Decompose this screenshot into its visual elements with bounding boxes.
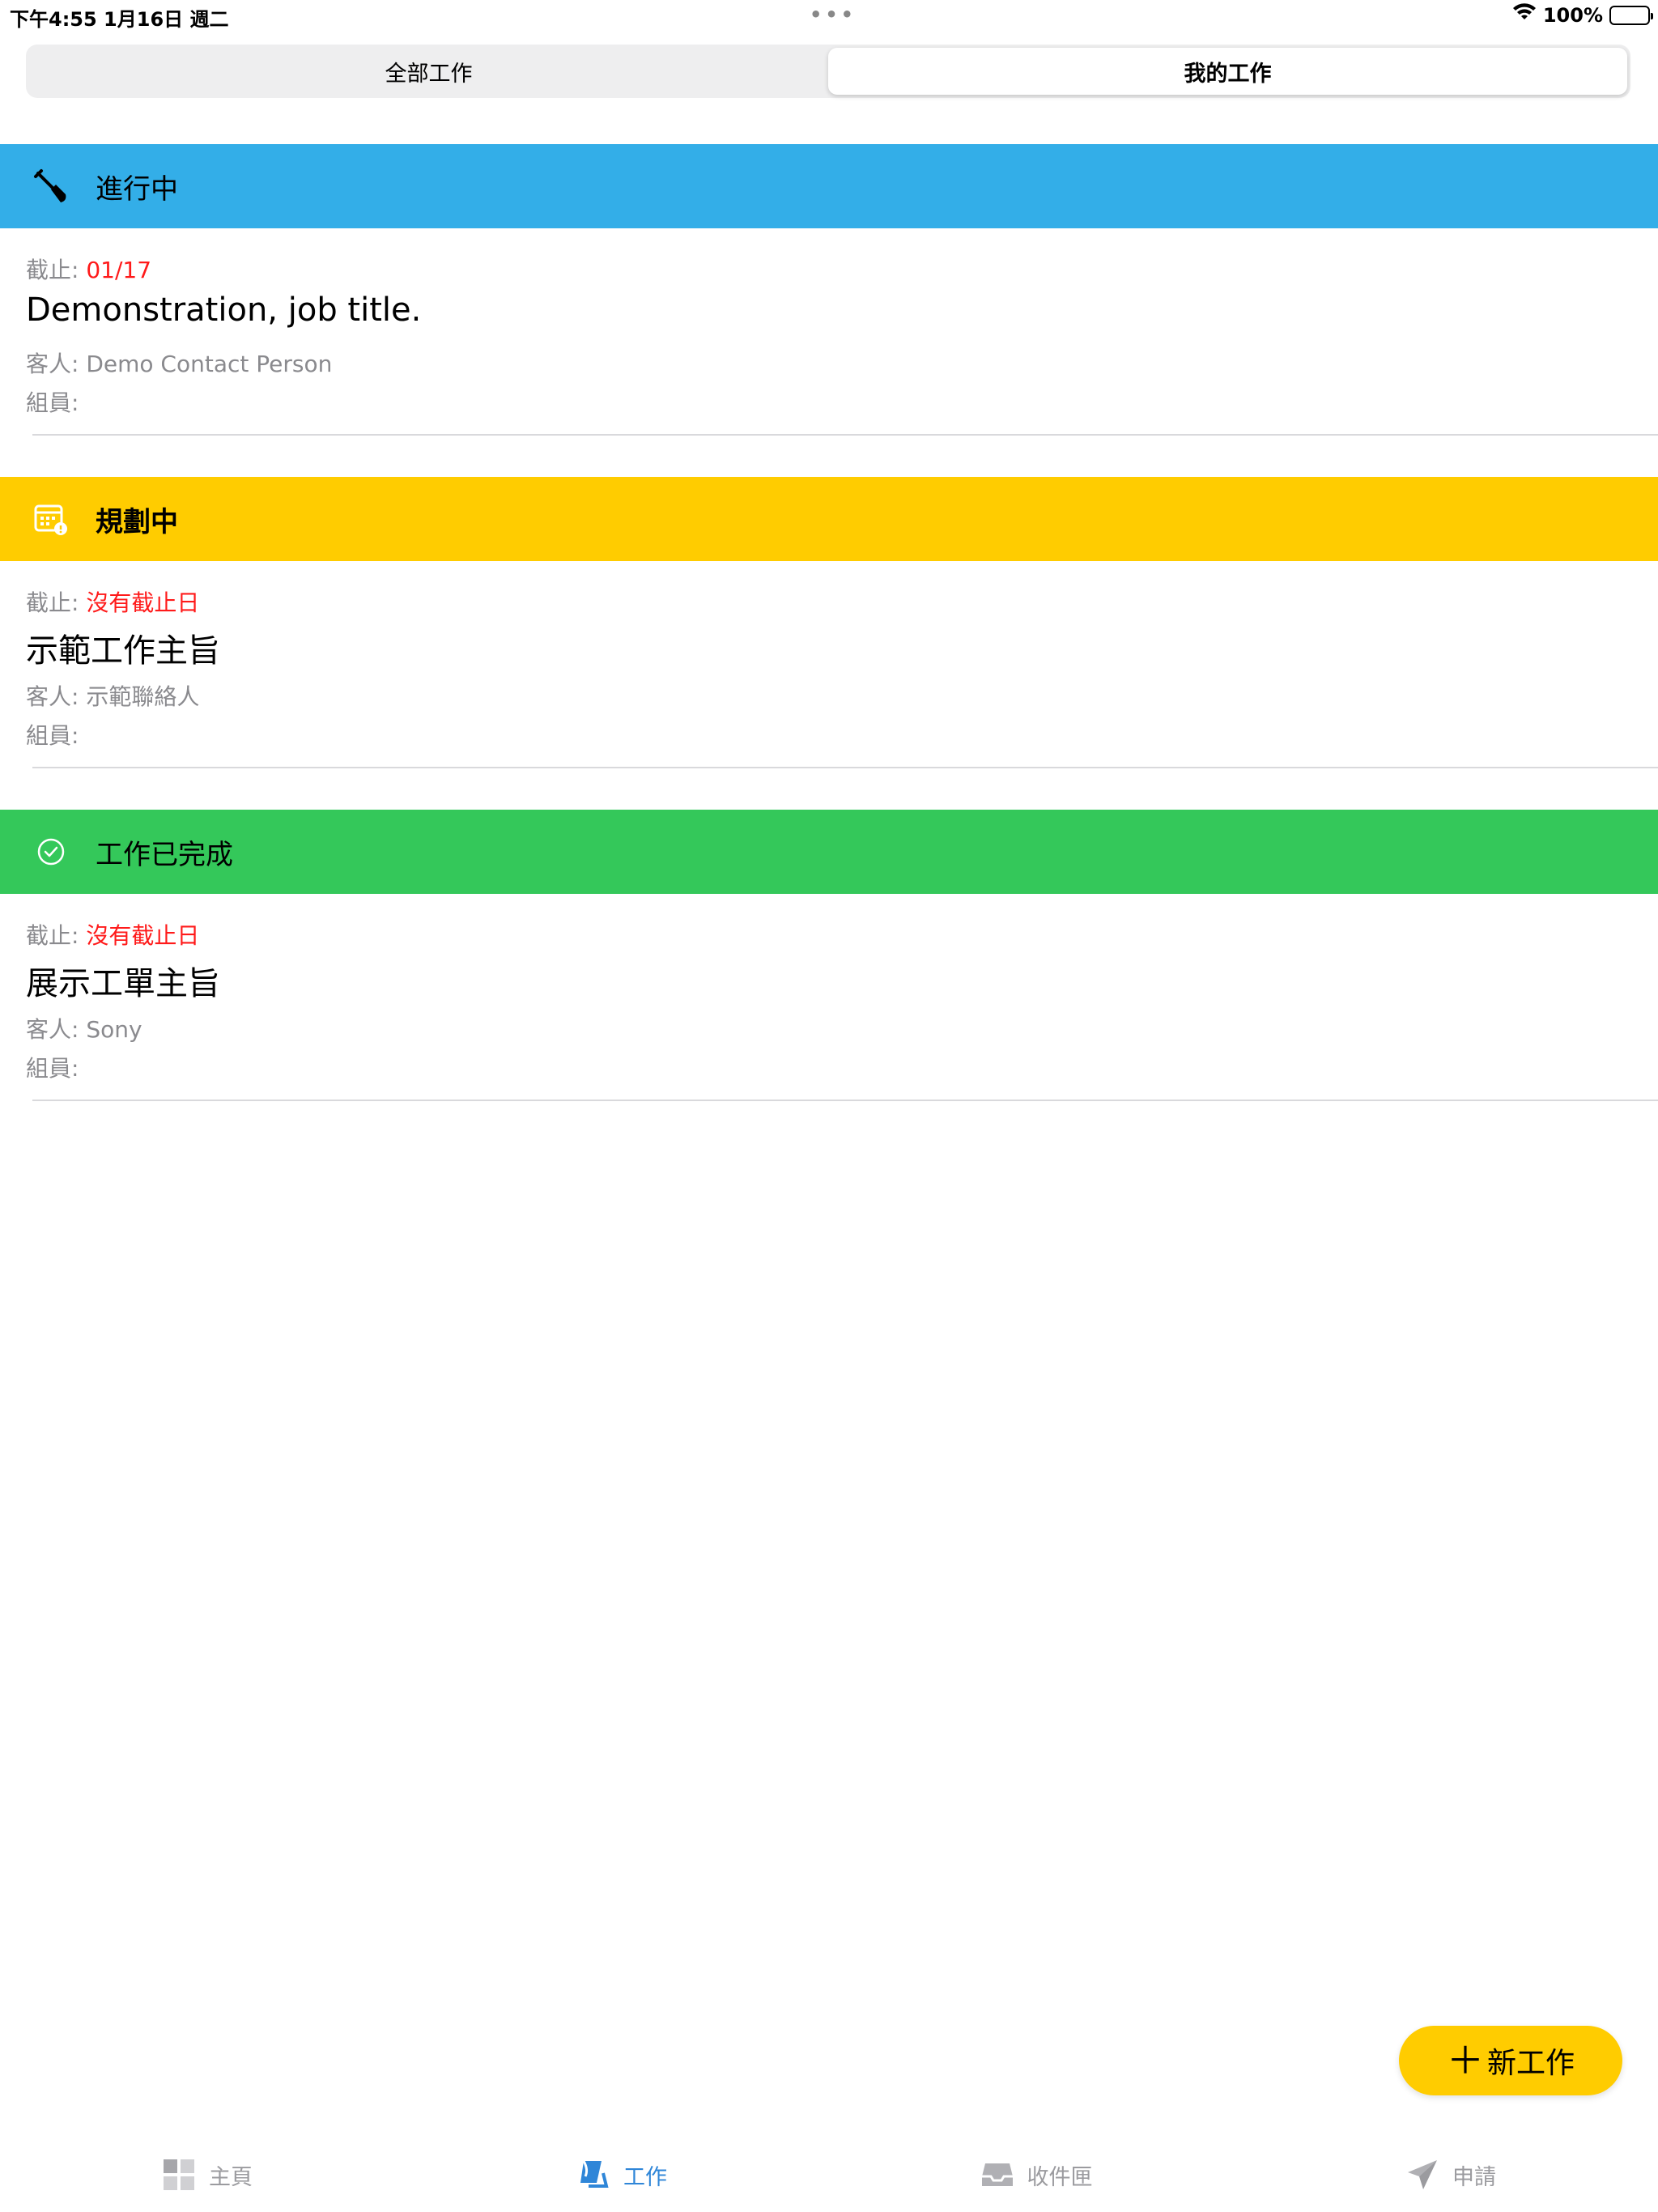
section-in-progress: 進行中 截止: 01/17 Demonstration, job title. … <box>0 144 1658 436</box>
job-client: 客人: Demo Contact Person <box>26 351 333 377</box>
tab-inbox[interactable]: 收件匣 <box>829 2138 1244 2212</box>
tab-request[interactable]: 申請 <box>1244 2138 1658 2212</box>
due-label: 截止: <box>26 589 87 616</box>
plus-icon: ＋ <box>1446 2039 1484 2082</box>
new-job-button[interactable]: ＋ 新工作 <box>1399 2026 1622 2095</box>
status-indicators: 100% <box>1512 3 1653 28</box>
job-members: 組員: <box>26 722 79 749</box>
due-label: 截止: <box>26 257 87 283</box>
due-value: 01/17 <box>86 257 152 283</box>
tab-home-label: 主頁 <box>209 2164 253 2190</box>
check-circle-icon <box>32 833 70 870</box>
tab-bar: 主頁 工作 收件匣 申請 <box>0 2138 1658 2212</box>
tab-home[interactable]: 主頁 <box>0 2138 414 2212</box>
job-client: 客人: Sony <box>26 1016 142 1043</box>
job-card[interactable]: 截止: 沒有截止日 展示工單主旨 客人: Sony 組員: <box>0 894 1658 1101</box>
job-title: 展示工單主旨 <box>26 965 220 1002</box>
due-value: 沒有截止日 <box>86 589 200 616</box>
section-header-completed: 工作已完成 <box>0 810 1658 894</box>
segment-all-jobs[interactable]: 全部工作 <box>29 48 828 95</box>
scroll-icon <box>576 2158 610 2192</box>
segment-my-jobs[interactable]: 我的工作 <box>828 48 1627 95</box>
section-header-planning: 規劃中 <box>0 477 1658 561</box>
job-card[interactable]: 截止: 01/17 Demonstration, job title. 客人: … <box>0 228 1658 436</box>
tab-jobs-label: 工作 <box>623 2164 667 2190</box>
tab-request-label: 申請 <box>1452 2164 1496 2190</box>
job-members: 組員: <box>26 1055 79 1082</box>
shovel-icon <box>32 168 70 205</box>
due-date: 截止: 沒有截止日 <box>26 918 199 951</box>
section-header-in-progress: 進行中 <box>0 144 1658 228</box>
paper-plane-icon <box>1405 2158 1439 2192</box>
job-client: 客人: 示範聯絡人 <box>26 683 200 710</box>
due-date: 截止: 沒有截止日 <box>26 585 199 618</box>
wifi-icon <box>1512 3 1537 28</box>
inbox-tray-icon <box>980 2158 1014 2192</box>
section-title: 進行中 <box>96 172 178 206</box>
dashboard-icon <box>162 2158 196 2192</box>
due-label: 截止: <box>26 922 87 949</box>
job-filter-segmented-control: 全部工作 我的工作 <box>26 45 1630 98</box>
job-title: Demonstration, job title. <box>26 291 422 329</box>
job-title: 示範工作主旨 <box>26 632 220 670</box>
multitasking-dots[interactable]: ••• <box>810 3 857 26</box>
divider <box>32 434 1658 436</box>
battery-icon <box>1609 6 1653 25</box>
tab-inbox-label: 收件匣 <box>1027 2164 1093 2190</box>
new-job-label: 新工作 <box>1486 2047 1575 2080</box>
section-completed: 工作已完成 截止: 沒有截止日 展示工單主旨 客人: Sony 組員: <box>0 810 1658 1101</box>
divider <box>32 767 1658 768</box>
job-members: 組員: <box>26 389 79 416</box>
due-value: 沒有截止日 <box>86 922 200 949</box>
due-date: 截止: 01/17 <box>26 253 151 285</box>
status-bar: 下午4:55 1月16日 週二 ••• 100% <box>0 0 1658 32</box>
job-card[interactable]: 截止: 沒有截止日 示範工作主旨 客人: 示範聯絡人 組員: <box>0 561 1658 768</box>
status-time-date: 下午4:55 1月16日 週二 <box>10 8 229 31</box>
section-title: 規劃中 <box>96 505 178 538</box>
tab-jobs[interactable]: 工作 <box>414 2138 829 2212</box>
section-title: 工作已完成 <box>96 838 233 871</box>
jobs-screen: 下午4:55 1月16日 週二 ••• 100% 全部工作 我的工作 進行中 截… <box>0 0 1658 2212</box>
divider <box>32 1100 1658 1101</box>
section-planning: 規劃中 截止: 沒有截止日 示範工作主旨 客人: 示範聯絡人 組員: <box>0 477 1658 768</box>
calendar-alert-icon <box>32 500 70 538</box>
battery-percentage: 100% <box>1542 4 1603 27</box>
